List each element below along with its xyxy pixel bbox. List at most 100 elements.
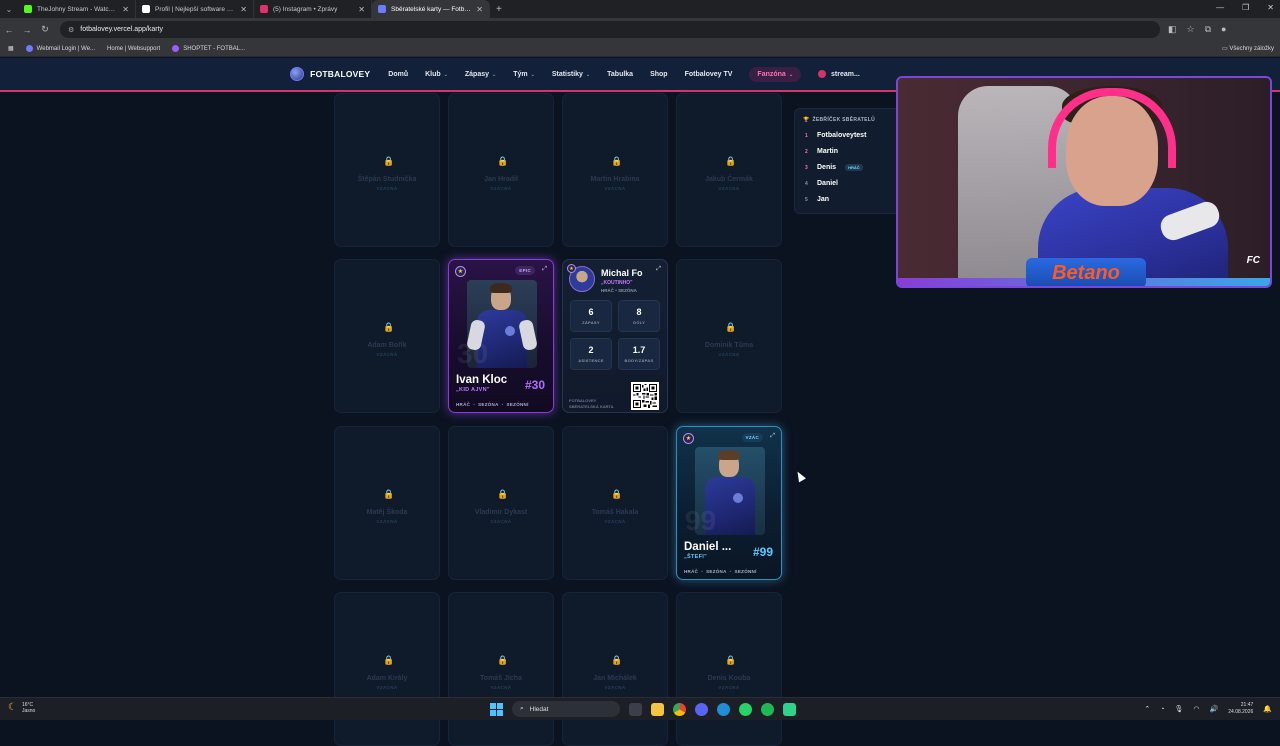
leaderboard-name: Denis	[817, 164, 837, 171]
new-tab-icon[interactable]: +	[496, 4, 502, 15]
whatsapp-icon[interactable]	[739, 702, 752, 716]
nav-table[interactable]: Tabulka	[607, 71, 633, 78]
card-player-name: Jan Hradil	[484, 176, 518, 183]
network-icon[interactable]: ◔	[1160, 706, 1164, 713]
close-window-icon[interactable]: ✕	[1267, 3, 1274, 12]
notification-icon[interactable]: 🔔	[1263, 705, 1272, 713]
card-meta: HRÁČ • SEZÓNA • SEZÓNNÍ	[684, 569, 757, 574]
volume-icon[interactable]: 🔊	[1210, 705, 1219, 713]
nav-label: Tabulka	[607, 70, 634, 78]
bookmark-item[interactable]: Webmail Login | We...	[25, 45, 95, 52]
all-bookmarks[interactable]: ▭ Všechny záložky	[1222, 45, 1274, 52]
bookmarks-bar: ▦ Webmail Login | We... Home | Websuppor…	[0, 41, 1280, 57]
locked-card[interactable]: 🔒 Tomáš Hakala VZÁCNÁ	[562, 426, 668, 580]
browser-tab[interactable]: TheJohny Stream - Watch Live ✕	[18, 0, 136, 18]
leaderboard-row[interactable]: 5 Jan	[805, 196, 829, 203]
nav-club[interactable]: Klub ⌄	[425, 71, 448, 78]
edge-icon[interactable]	[717, 702, 730, 716]
stat-value: 1.7	[632, 345, 646, 355]
chevron-up-icon[interactable]: ⌃	[1144, 705, 1150, 713]
locked-card[interactable]: 🔒 Tomáš Jícha VZÁCNÁ	[448, 592, 554, 746]
profile-icon[interactable]: ●	[1221, 24, 1226, 35]
apps-icon[interactable]: ▦	[8, 45, 14, 52]
translate-icon[interactable]: ◧	[1168, 24, 1177, 35]
locked-card[interactable]: 🔒 Jan Michálek VZÁCNÁ	[562, 592, 668, 746]
close-tab-icon[interactable]: ✕	[476, 5, 483, 14]
wifi-icon[interactable]: ◠	[1193, 705, 1199, 713]
file-explorer-icon[interactable]	[651, 702, 664, 716]
close-tab-icon[interactable]: ✕	[122, 5, 129, 14]
bookmark-item[interactable]: Home | Websupport	[107, 46, 160, 52]
user-menu[interactable]: stream...	[818, 70, 860, 78]
locked-card[interactable]: 🔒 Jakub Čermák VZÁCNÁ	[676, 93, 782, 247]
leaderboard-row[interactable]: 1 Fotbaloveytest	[805, 132, 866, 139]
card-meta-item: SEZÓNA	[478, 402, 499, 407]
leaderboard-name: Daniel	[817, 180, 839, 187]
card-meta-item: SEZÓNNÍ	[506, 402, 529, 407]
card-meta: HRÁČ • SEZÓNA	[601, 288, 637, 293]
leaderboard-row[interactable]: 4 Daniel	[805, 180, 838, 187]
back-icon[interactable]: ←	[0, 25, 18, 35]
nav-stats[interactable]: Statistiky ⌄	[552, 71, 590, 78]
locked-card[interactable]: 🔒 Martin Hrabina VZÁCNÁ	[562, 93, 668, 247]
discord-icon[interactable]	[695, 702, 708, 716]
locked-card[interactable]: 🔒 Denis Kouba VZÁCNÁ	[676, 592, 782, 746]
nav-home[interactable]: Domů	[388, 71, 408, 78]
address-bar[interactable]: ⚙ fotbalovey.vercel.app/karty	[60, 21, 1160, 38]
stat-label: ZÁPASY	[582, 320, 600, 325]
nav-tv[interactable]: Fotbalovey TV	[685, 71, 733, 78]
player-card-ivan[interactable]: ★ EPIC ⤢ 30 Ivan Kloc „KID AJVN" #30 HRÁ…	[448, 259, 554, 413]
leaderboard-rank: 1	[805, 132, 808, 139]
browser-tab-active[interactable]: Sběratelské karty — Fotbalovey ✕	[372, 0, 490, 18]
bookmark-star-icon[interactable]: ☆	[1187, 24, 1195, 35]
leaderboard-row[interactable]: 2 Martin	[805, 148, 838, 155]
stream-app-icon[interactable]	[783, 702, 796, 716]
card-meta-item: SEZÓNNÍ	[734, 569, 757, 574]
close-tab-icon[interactable]: ✕	[358, 5, 365, 14]
expand-icon[interactable]: ⤢	[542, 266, 547, 273]
mic-icon[interactable]: 🎙	[1175, 705, 1184, 713]
locked-card[interactable]: 🔒 Adam Bořík VZÁCNÁ	[334, 259, 440, 413]
site-info-icon[interactable]: ⚙	[68, 26, 74, 34]
player-card-michal-back[interactable]: ★ ⤢ Michal Fo „KOUTINHO" HRÁČ • SEZÓNA 6…	[562, 259, 668, 413]
tab-search-icon[interactable]: ⌄	[0, 0, 18, 18]
task-view-icon[interactable]	[629, 702, 642, 716]
taskbar-search[interactable]: ⌕ Hledat	[512, 701, 620, 717]
chevron-down-icon: ⌄	[492, 71, 497, 78]
stat-value: 2	[588, 345, 594, 355]
nav-shop[interactable]: Shop	[650, 71, 668, 78]
browser-toolbar: ← → ↻ ⚙ fotbalovey.vercel.app/karty ◧ ☆ …	[0, 18, 1280, 41]
locked-card[interactable]: 🔒 Jan Hradil VZÁCNÁ	[448, 93, 554, 247]
leaderboard-row[interactable]: 3 Denis HRÁČ	[805, 164, 863, 171]
nav-team[interactable]: Tým ⌄	[513, 71, 535, 78]
reload-icon[interactable]: ↻	[36, 24, 54, 35]
separator-dot: •	[501, 402, 504, 407]
start-button[interactable]	[490, 702, 503, 716]
spotify-icon[interactable]	[761, 702, 774, 716]
forward-icon[interactable]: →	[18, 25, 36, 35]
locked-card[interactable]: 🔒 Adam Király VZÁCNÁ	[334, 592, 440, 746]
windows-taskbar: ☾ 16°C Jasno ⌕ Hledat ⌃ ◔ 🎙 ◠ 🔊 21:47 24.08…	[0, 697, 1280, 720]
maximize-icon[interactable]: ❐	[1242, 3, 1249, 12]
stat-value: 8	[636, 307, 642, 317]
bookmark-item[interactable]: SHOPTET - FOTBAL...	[172, 45, 245, 52]
bookmark-favicon	[25, 45, 33, 52]
extensions-icon[interactable]: ⧉	[1205, 24, 1211, 35]
browser-tab[interactable]: (5) Instagram • Zprávy ✕	[254, 0, 372, 18]
weather-widget[interactable]: ☾ 16°C Jasno	[8, 702, 35, 714]
nav-matches[interactable]: Zápasy ⌄	[465, 71, 496, 78]
card-player-name: Vladimír Dykast	[474, 509, 528, 516]
player-card-daniel[interactable]: ★ VZÁC ⤢ 99 Daniel ... „ŠTEFI" #99 HRÁČ •…	[676, 426, 782, 580]
expand-icon[interactable]: ⤢	[770, 433, 775, 440]
nav-fanzone[interactable]: Fanzóna ⌄	[749, 66, 802, 82]
chrome-icon[interactable]	[673, 702, 686, 716]
close-tab-icon[interactable]: ✕	[240, 5, 247, 14]
minimize-icon[interactable]: —	[1216, 3, 1224, 12]
browser-tab[interactable]: Profil | Nejlepší software pro vy ✕	[136, 0, 254, 18]
site-logo[interactable]: FOTBALOVEY	[290, 67, 370, 81]
locked-card[interactable]: 🔒 Vladimír Dykast VZÁCNÁ	[448, 426, 554, 580]
locked-card[interactable]: 🔒 Dominik Tůma VZÁCNÁ	[676, 259, 782, 413]
locked-card[interactable]: 🔒 Štěpán Studnička VZÁCNÁ	[334, 93, 440, 247]
locked-card[interactable]: 🔒 Matěj Škoda VZÁCNÁ	[334, 426, 440, 580]
clock[interactable]: 21:47 24.08.2026	[1228, 702, 1253, 716]
